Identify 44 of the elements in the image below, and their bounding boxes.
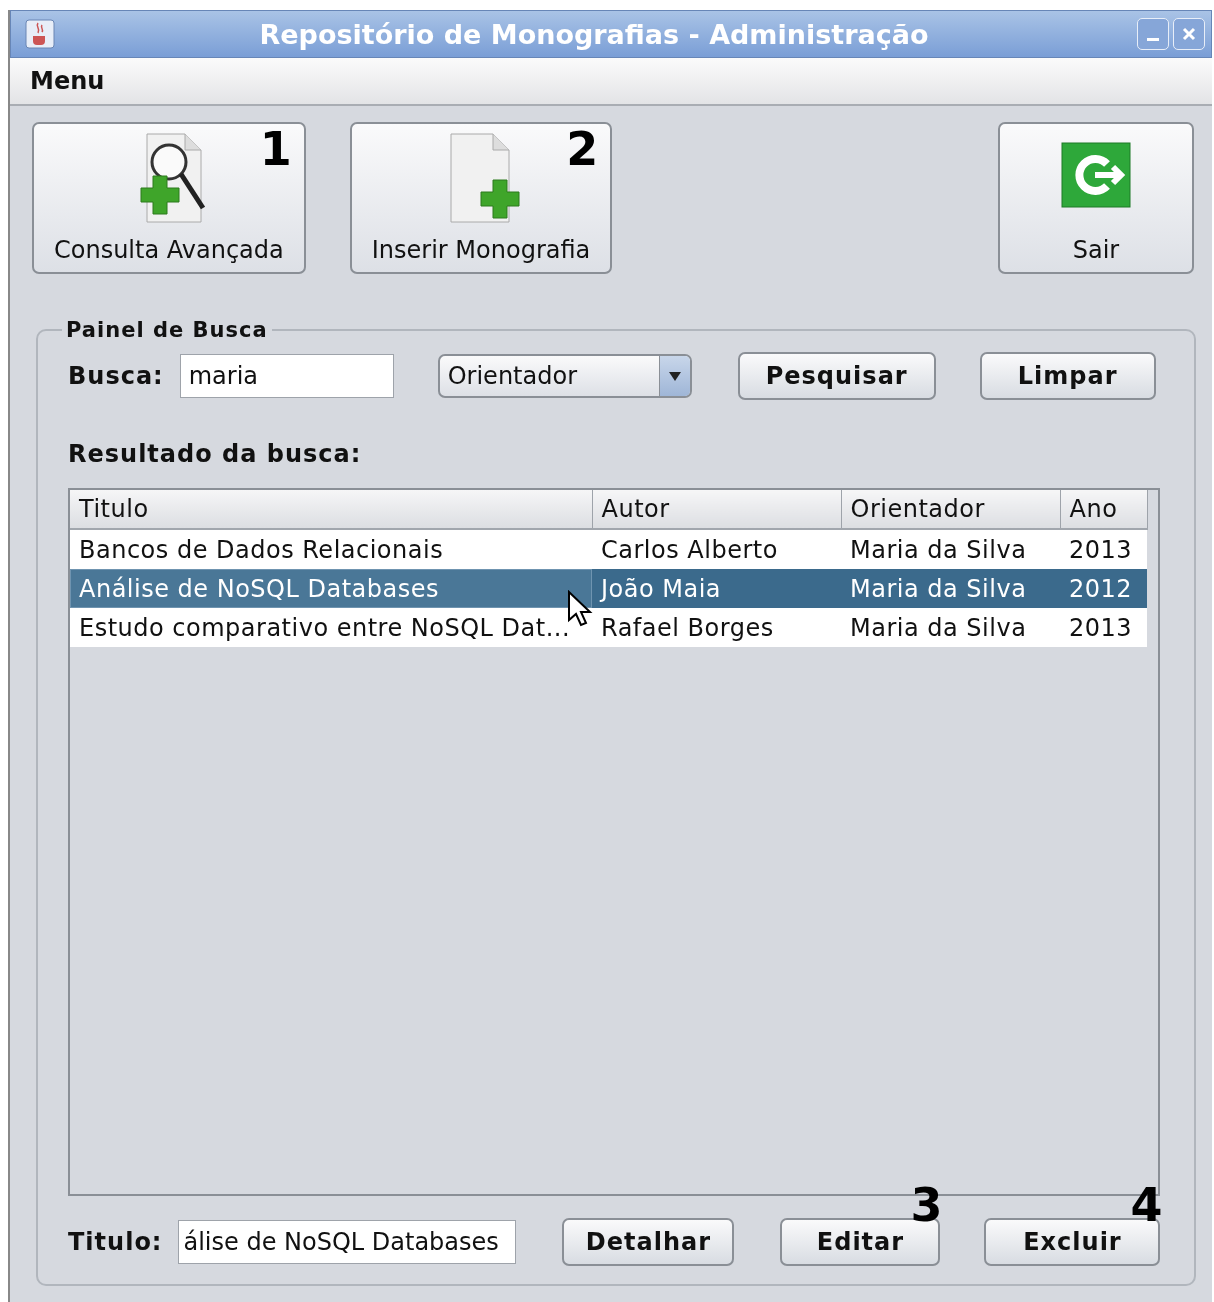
- table-cell: Carlos Alberto: [592, 529, 841, 569]
- search-label: Busca:: [68, 362, 164, 390]
- window-title: Repositório de Monografias - Administração: [258, 18, 930, 50]
- table-cell: Maria da Silva: [841, 529, 1060, 569]
- table-cell: Maria da Silva: [841, 569, 1060, 608]
- table-cell: 2013: [1060, 529, 1147, 569]
- mouse-cursor-icon: [567, 590, 593, 628]
- minimize-icon: [1147, 37, 1159, 41]
- close-button[interactable]: [1173, 18, 1205, 50]
- table-cell: Maria da Silva: [841, 608, 1060, 647]
- coffee-cup-icon: [25, 19, 55, 49]
- table-cell: Rafael Borges: [592, 608, 841, 647]
- close-icon: [1181, 26, 1197, 42]
- table-cell: João Maia: [592, 569, 841, 608]
- menu-item[interactable]: Menu: [30, 67, 105, 95]
- column-header[interactable]: Titulo: [70, 490, 592, 529]
- table-cell: Análise de NoSQL Databases: [70, 569, 592, 608]
- table-row[interactable]: Análise de NoSQL Databases João Maia Maria da Silva 2012: [70, 569, 1147, 608]
- table-cell: 2013: [1060, 608, 1147, 647]
- toolbar-button[interactable]: Consulta Avançada 1: [32, 122, 306, 274]
- toolbar-button[interactable]: Inserir Monografia 2: [349, 122, 613, 274]
- table-row[interactable]: Bancos de Dados Relacionais Carlos Alberto Maria da Silva 2013: [70, 529, 1147, 569]
- table-cell: Estudo comparativo entre NoSQL Dat...: [70, 608, 592, 647]
- dropdown-arrow-icon: [668, 371, 681, 381]
- toolbar-button[interactable]: Sair: [998, 122, 1194, 274]
- table-cell: Bancos de Dados Relacionais: [70, 529, 592, 569]
- search-field[interactable]: maria: [179, 354, 394, 398]
- column-header[interactable]: Orientador: [841, 490, 1060, 529]
- panel-title: Painel de Busca: [65, 318, 269, 342]
- filter-dropdown[interactable]: Orientador: [437, 354, 692, 398]
- action-button[interactable]: Detalhar: [562, 1218, 735, 1266]
- search-button[interactable]: Limpar: [979, 352, 1156, 400]
- column-header[interactable]: Autor: [592, 490, 841, 529]
- callout-number: 1: [259, 126, 292, 172]
- column-header[interactable]: Ano: [1060, 490, 1147, 529]
- callout-number: 2: [566, 126, 599, 172]
- minimize-button[interactable]: [1137, 18, 1169, 50]
- title-label: Titulo:: [68, 1228, 163, 1256]
- search-button[interactable]: Pesquisar: [737, 352, 936, 400]
- table-row[interactable]: Estudo comparativo entre NoSQL Dat... Rafael Borges Maria da Silva 2013: [70, 608, 1147, 647]
- exit-icon: [1061, 142, 1131, 208]
- table-cell: 2012: [1060, 569, 1147, 608]
- results-label: Resultado da busca:: [68, 440, 363, 468]
- title-field[interactable]: álise de NoSQL Databases: [178, 1220, 517, 1264]
